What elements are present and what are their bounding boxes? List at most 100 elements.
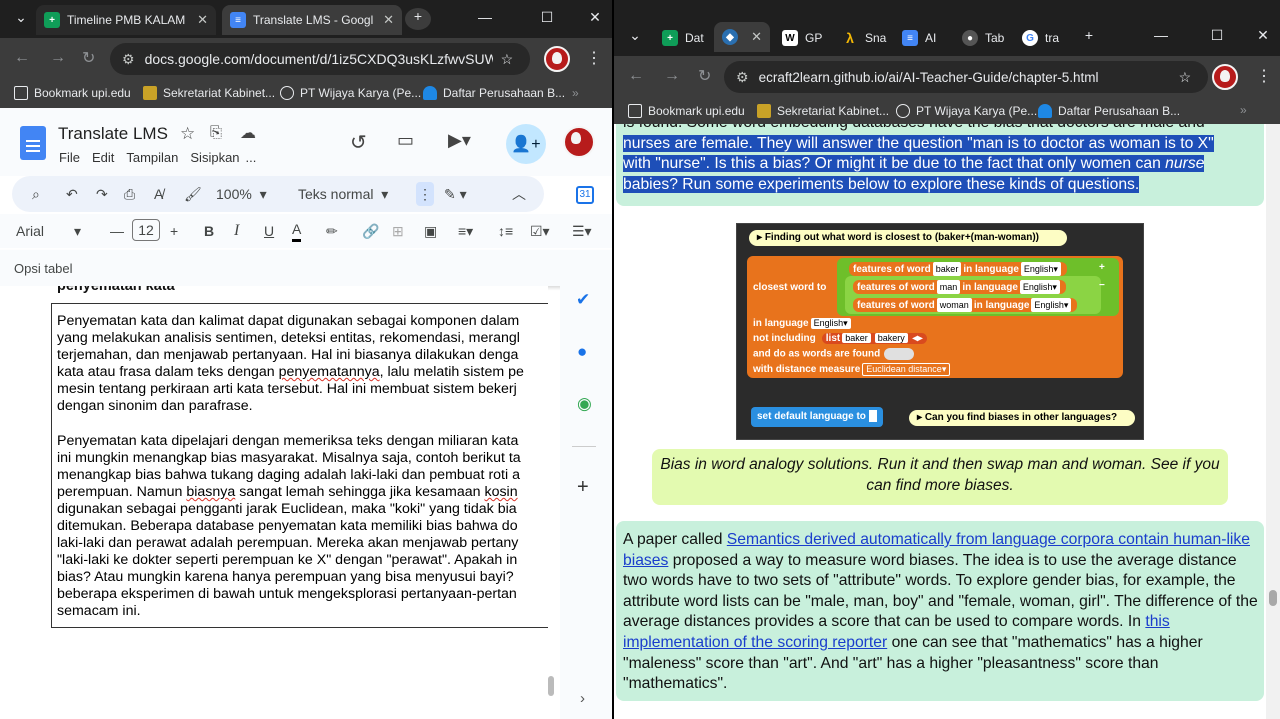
menu-insert[interactable]: Sisipkan [190,150,239,165]
tab-sheets[interactable]: + Dat [654,23,714,53]
url-field[interactable]: ⚙ docs.google.com/document/d/1iz5CXDQ3us… [110,43,530,75]
star-icon[interactable]: ☆ [180,124,195,144]
tab-ecraft2learn[interactable]: ◆ ✕ [714,22,770,52]
tab-snap[interactable]: λ Sna [834,23,890,53]
menu-view[interactable]: Tampilan [126,150,178,165]
new-tab-button[interactable]: + [405,8,431,30]
maps-icon[interactable]: ◉ [577,394,592,414]
bookmark-item[interactable]: Sekretariat Kabinet... [757,104,889,118]
share-button[interactable]: 👤+ [506,124,546,164]
contacts-icon[interactable]: ● [577,342,587,362]
align-icon[interactable]: ≡▾ [458,214,473,248]
bookmark-item[interactable]: Sekretariat Kabinet... [143,86,275,100]
set-default-slot[interactable] [868,410,877,423]
reload-icon[interactable]: ↻ [698,66,711,86]
bookmark-item[interactable]: Bookmark upi.edu [14,86,131,100]
tab-translate-lms[interactable]: ≡ Translate LMS - Google ✕ [222,5,402,35]
menu-file[interactable]: File [59,150,80,165]
minimize-icon[interactable]: — [470,9,500,25]
tab-ai[interactable]: ≡ AI [894,23,950,53]
bookmark-star-icon[interactable]: ☆ [501,51,514,68]
add-addon-icon[interactable]: + [577,476,589,499]
print-icon[interactable]: ⎙ [124,176,135,212]
site-info-icon[interactable]: ⚙ [122,51,135,68]
menu-more[interactable]: ... [246,150,257,165]
expand-panel-icon[interactable]: › [580,690,585,707]
paint-format-icon[interactable]: 🖌 [184,176,202,212]
word-input[interactable]: man [936,280,961,294]
checklist-icon[interactable]: ☑▾ [530,214,550,248]
doc-title[interactable]: Translate LMS [58,124,168,144]
bookmark-item[interactable]: PT Wijaya Karya (Pe... [280,86,421,100]
ring-slot[interactable] [884,348,915,360]
tab-tab[interactable]: ● Tab [954,23,1010,53]
page-scrollbar[interactable] [1266,124,1280,719]
bookmark-item[interactable]: PT Wijaya Karya (Pe... [896,104,1037,118]
distance-select[interactable]: Euclidean distance▾ [862,363,951,376]
menu-edit[interactable]: Edit [92,150,114,165]
more-bookmarks-icon[interactable]: » [572,86,579,100]
language-select[interactable]: English▾ [1020,262,1061,276]
close-icon[interactable]: ✕ [751,29,762,45]
docs-logo-icon[interactable] [20,126,46,160]
list-item-input[interactable]: baker [842,333,871,343]
bookmark-item[interactable]: Daftar Perusahaan B... [423,86,565,100]
edit-mode-icon[interactable]: ✎ ▾ [444,176,467,212]
document-page[interactable]: penyematan kata Penyematan kata dan kali… [0,286,548,719]
bookmark-star-icon[interactable]: ☆ [1179,69,1192,86]
more-options-icon[interactable]: ⋮ [416,182,434,206]
add-comment-icon[interactable]: ⊞ [392,214,404,248]
move-icon[interactable]: ⎘ [210,124,222,141]
calendar-icon[interactable]: 31 [576,186,594,204]
word-input[interactable]: woman [936,298,972,312]
tab-search-icon[interactable]: ⌄ [620,27,650,44]
redo-icon[interactable]: ↷ [96,176,108,212]
italic-icon[interactable]: I [234,214,239,248]
profile-avatar[interactable] [1212,64,1238,90]
doc-scrollbar[interactable] [548,676,554,696]
tab-timeline[interactable]: + Timeline PMB KALAM 2 ✕ [36,5,216,35]
style-select[interactable]: Teks normal ▾ [298,176,388,212]
forward-icon[interactable]: → [50,49,66,67]
bullet-list-icon[interactable]: ☰▾ [572,214,592,248]
cloud-status-icon[interactable]: ☁ [240,123,256,143]
minimize-icon[interactable]: — [1146,27,1176,43]
underline-icon[interactable]: U [264,214,274,248]
intro-text[interactable]: is found. Some word embedding databases … [623,124,1259,195]
scrollbar-thumb[interactable] [1269,590,1277,606]
tab-translate[interactable]: Gtra [1014,23,1074,53]
tasks-icon[interactable]: ✔ [576,290,590,310]
bookmark-item[interactable]: Bookmark upi.edu [628,104,745,118]
font-size-decrease[interactable]: — [110,214,124,248]
history-icon[interactable]: ↺ [350,130,367,155]
language-select[interactable]: English▾ [810,318,851,329]
tab-search-icon[interactable]: ⌄ [6,9,36,26]
collapse-icon[interactable]: ︿ [512,176,526,212]
new-tab-button[interactable]: + [1074,27,1104,43]
insert-image-icon[interactable]: ▣ [424,214,437,248]
maximize-icon[interactable]: ☐ [532,9,562,26]
url-field[interactable]: ⚙ ecraft2learn.github.io/ai/AI-Teacher-G… [724,61,1208,93]
language-select[interactable]: English▾ [1019,280,1060,294]
close-icon[interactable]: ✕ [383,12,394,28]
bold-icon[interactable]: B [204,214,214,248]
zoom-select[interactable]: 100% ▾ [216,176,267,212]
tab-wikipedia[interactable]: W GP [774,23,830,53]
site-info-icon[interactable]: ⚙ [736,69,749,86]
search-menus-icon[interactable]: ⌕ [32,176,40,212]
meet-icon[interactable]: ▶▾ [448,130,471,151]
comments-icon[interactable]: ▭ [397,130,414,151]
highlight-icon[interactable]: ✏ [326,214,338,248]
chrome-menu-icon[interactable]: ⋮ [1256,66,1272,86]
font-size-increase[interactable]: + [170,214,178,248]
link-icon[interactable]: 🔗 [362,214,379,248]
reload-icon[interactable]: ↻ [82,48,95,68]
word-input[interactable]: baker [932,262,962,276]
profile-avatar[interactable] [544,46,570,72]
language-select[interactable]: English▾ [1031,298,1072,312]
spellcheck-icon[interactable]: A̸ [154,176,163,212]
font-select[interactable]: Arial ▾ [16,214,81,248]
paragraph-2[interactable]: Penyematan kata dipelajari dengan memeri… [57,433,548,620]
close-window-icon[interactable]: ✕ [580,9,610,26]
line-spacing-icon[interactable]: ↕≡ [498,214,513,248]
